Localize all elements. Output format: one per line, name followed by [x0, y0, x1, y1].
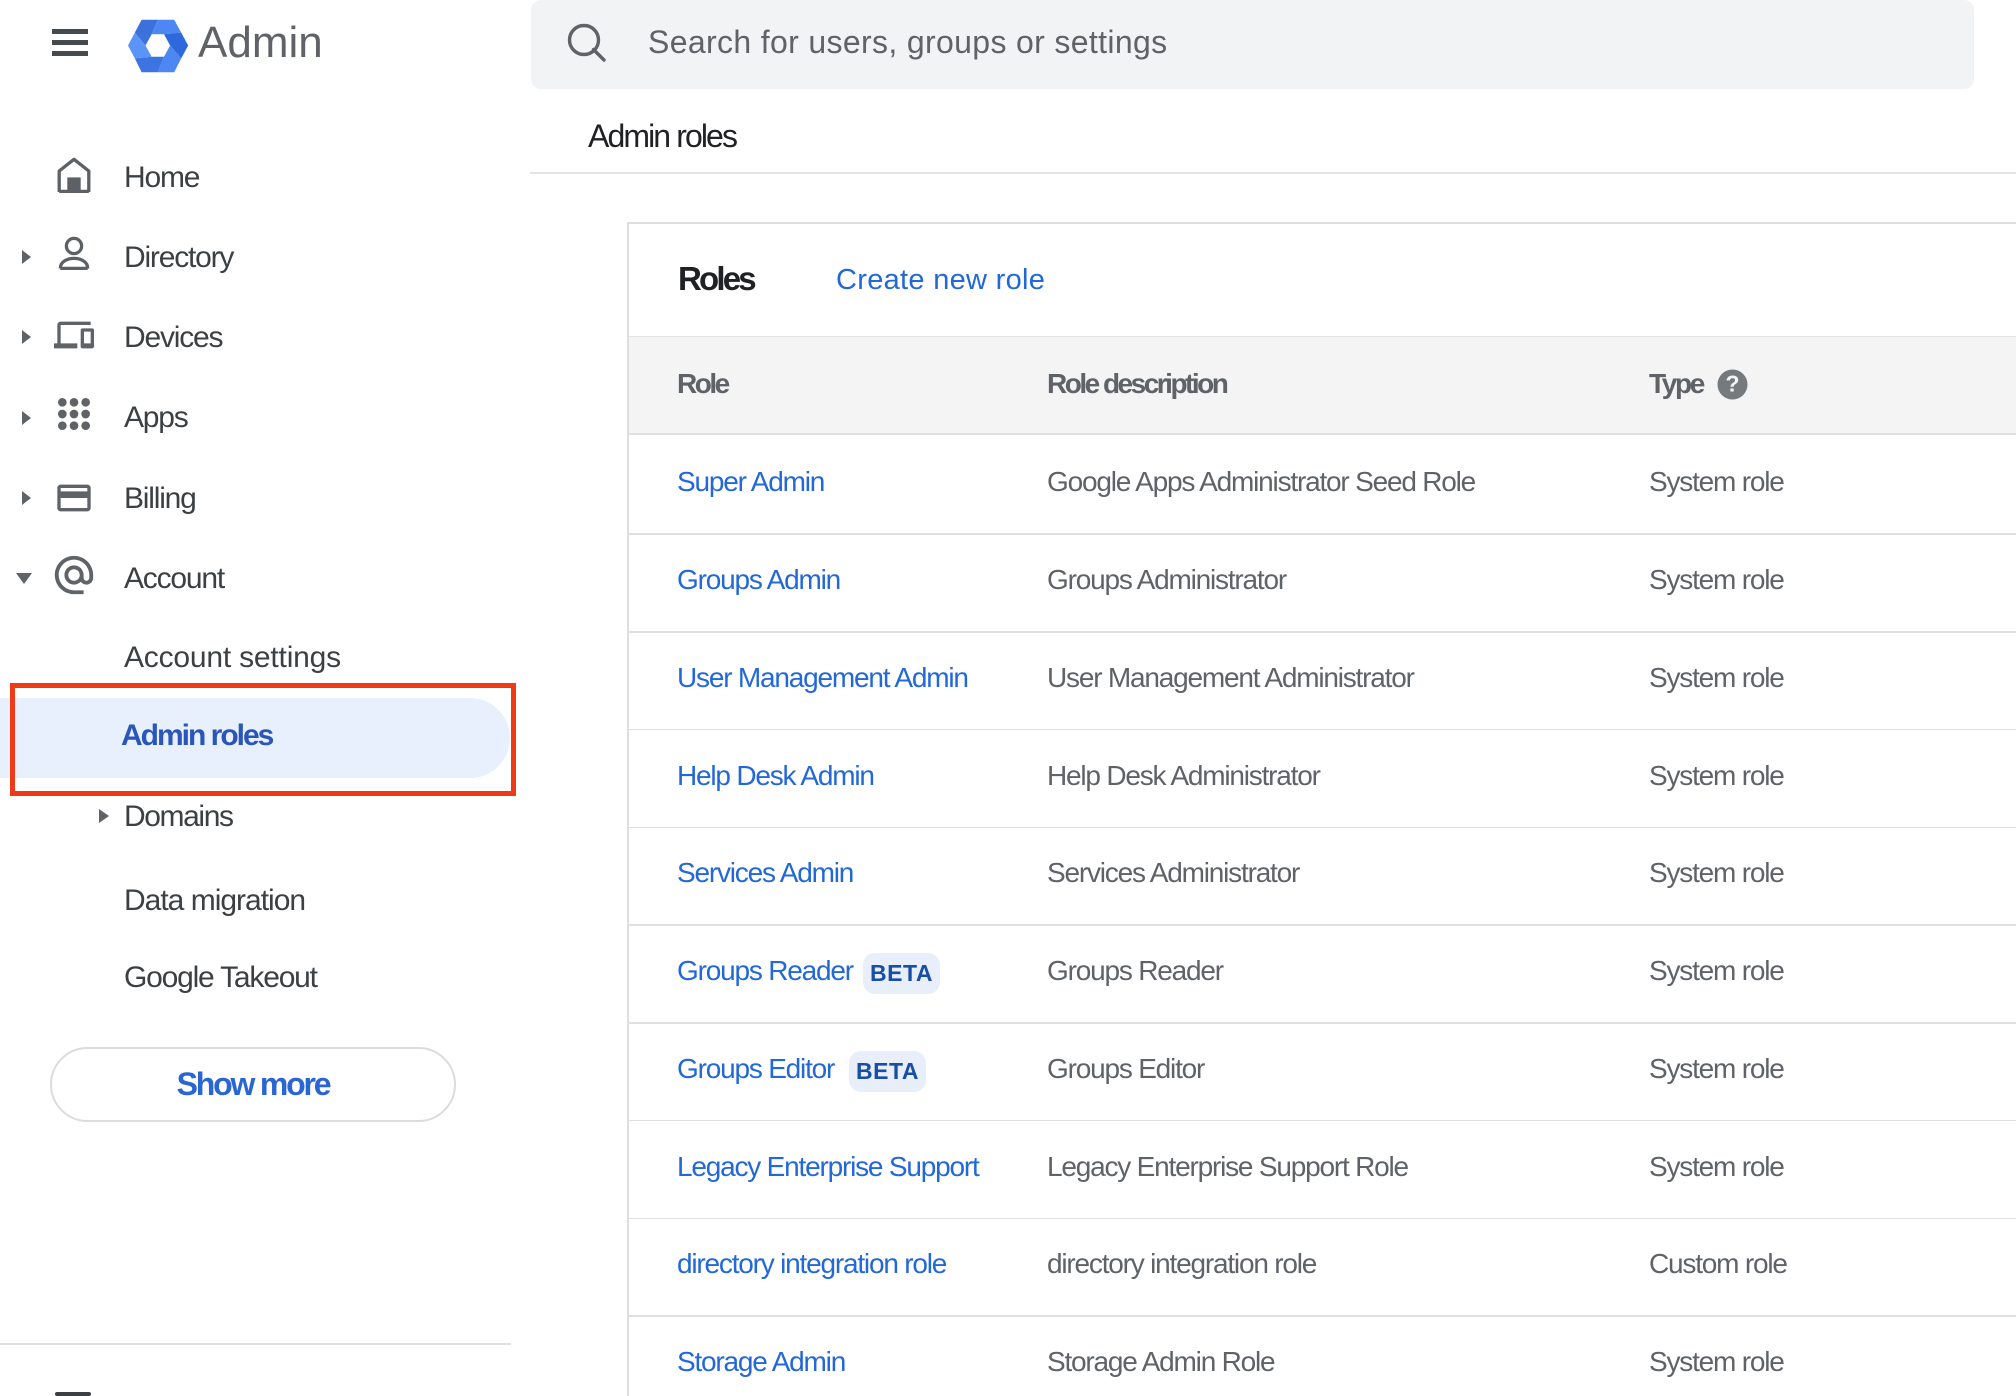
- svg-text:?: ?: [1725, 371, 1739, 397]
